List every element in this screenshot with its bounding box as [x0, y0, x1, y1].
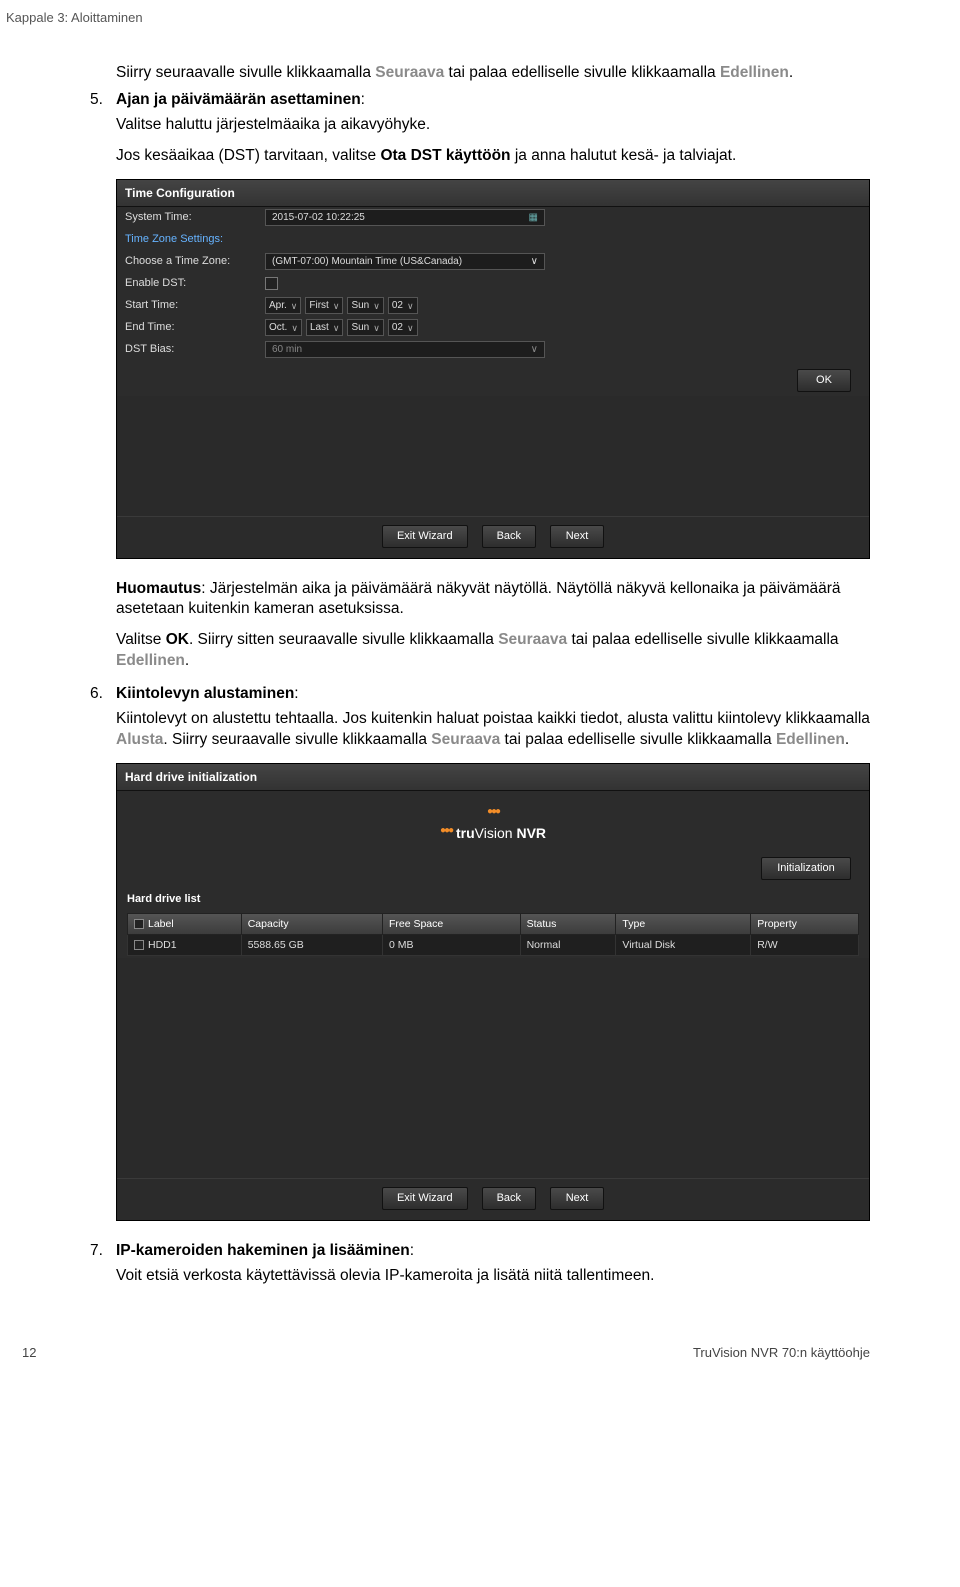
back-button[interactable]: Back	[482, 1187, 536, 1210]
col-type: Type	[616, 913, 751, 934]
step-6-p: Kiintolevyt on alustettu tehtaalla. Jos …	[116, 709, 870, 751]
truvision-logo: ●●●●●● truVision NVR	[117, 791, 869, 853]
step-5-p1: Valitse haluttu järjestelmäaika ja aikav…	[116, 115, 870, 136]
dst-bias-select[interactable]: 60 min ∨	[265, 341, 545, 358]
cell-status: Normal	[520, 934, 616, 955]
select-all-checkbox[interactable]	[134, 919, 144, 929]
page-header: Kappale 3: Aloittaminen	[0, 0, 960, 27]
col-status: Status	[520, 913, 616, 934]
exit-wizard-button[interactable]: Exit Wizard	[382, 1187, 468, 1210]
end-week-select[interactable]: Last∨	[306, 319, 344, 336]
system-time-field[interactable]: 2015-07-02 10:22:25 ▦	[265, 209, 545, 226]
note-paragraph: Huomautus: Järjestelmän aika ja päivämää…	[116, 579, 870, 621]
hdd-list-title: Hard drive list	[117, 886, 869, 911]
previous-link: Edellinen	[116, 652, 185, 669]
step-7-title: IP-kameroiden hakeminen ja lisääminen	[116, 1242, 410, 1259]
time-config-screenshot: Time Configuration System Time: 2015-07-…	[116, 179, 870, 559]
enable-dst-label: Enable DST:	[125, 276, 265, 291]
step-6-title: Kiintolevyn alustaminen	[116, 685, 294, 702]
step-5: 5. Ajan ja päivämäärän asettaminen: Vali…	[90, 90, 870, 672]
format-link: Alusta	[116, 731, 163, 748]
previous-link: Edellinen	[720, 64, 789, 81]
hdd-panel-title: Hard drive initialization	[117, 764, 869, 791]
chevron-down-icon: ∨	[333, 322, 340, 334]
end-hour-select[interactable]: 02∨	[388, 319, 418, 336]
hdd-init-screenshot: Hard drive initialization ●●●●●● truVisi…	[116, 763, 870, 1221]
step-7-num: 7.	[90, 1241, 103, 1262]
back-button[interactable]: Back	[482, 525, 536, 548]
main-content: Siirry seuraavalle sivulle klikkaamalla …	[0, 27, 960, 1319]
start-month-select[interactable]: Apr.∨	[265, 297, 301, 314]
chevron-down-icon: ∨	[407, 300, 414, 312]
chevron-down-icon: ∨	[333, 300, 340, 312]
chevron-down-icon: ∨	[531, 255, 538, 269]
choose-tz-label: Choose a Time Zone:	[125, 254, 265, 269]
col-free: Free Space	[382, 913, 520, 934]
step-7-p: Voit etsiä verkosta käytettävissä olevia…	[116, 1266, 870, 1287]
start-day-select[interactable]: Sun∨	[347, 297, 383, 314]
cell-property: R/W	[751, 934, 859, 955]
table-header-row: Label Capacity Free Space Status Type Pr…	[128, 913, 859, 934]
next-link: Seuraava	[498, 631, 567, 648]
hdd-table: Label Capacity Free Space Status Type Pr…	[127, 913, 859, 956]
step-7: 7. IP-kameroiden hakeminen ja lisääminen…	[90, 1241, 870, 1287]
step-5-num: 5.	[90, 90, 103, 111]
next-button[interactable]: Next	[550, 1187, 604, 1210]
start-week-select[interactable]: First∨	[305, 297, 343, 314]
cell-capacity: 5588.65 GB	[241, 934, 382, 955]
chevron-down-icon: ∨	[291, 300, 298, 312]
col-property: Property	[751, 913, 859, 934]
previous-link: Edellinen	[776, 731, 845, 748]
table-row[interactable]: HDD1 5588.65 GB 0 MB Normal Virtual Disk…	[128, 934, 859, 955]
enable-dst-checkbox[interactable]	[265, 277, 278, 290]
cell-label: HDD1	[148, 939, 177, 951]
page-number: 12	[22, 1345, 36, 1360]
timezone-select[interactable]: (GMT-07:00) Mountain Time (US&Canada) ∨	[265, 253, 545, 270]
time-panel-title: Time Configuration	[117, 180, 869, 207]
tz-settings-label: Time Zone Settings:	[125, 232, 265, 247]
calendar-icon[interactable]: ▦	[529, 211, 538, 225]
end-month-select[interactable]: Oct.∨	[265, 319, 302, 336]
dst-bias-label: DST Bias:	[125, 342, 265, 357]
system-time-label: System Time:	[125, 210, 265, 225]
ok-button[interactable]: OK	[797, 369, 851, 392]
empty-area	[117, 396, 869, 516]
step-6-num: 6.	[90, 684, 103, 705]
col-capacity: Capacity	[241, 913, 382, 934]
page-footer: 12 TruVision NVR 70:n käyttöohje	[0, 1319, 960, 1374]
cell-type: Virtual Disk	[616, 934, 751, 955]
step-6: 6. Kiintolevyn alustaminen: Kiintolevyt …	[90, 684, 870, 1221]
chevron-down-icon: ∨	[531, 343, 538, 357]
chevron-down-icon: ∨	[373, 322, 380, 334]
chevron-down-icon: ∨	[373, 300, 380, 312]
cell-free: 0 MB	[382, 934, 520, 955]
intro-paragraph: Siirry seuraavalle sivulle klikkaamalla …	[90, 63, 870, 84]
next-button[interactable]: Next	[550, 525, 604, 548]
col-label: Label	[128, 913, 242, 934]
exit-wizard-button[interactable]: Exit Wizard	[382, 525, 468, 548]
step-5-p2: Jos kesäaikaa (DST) tarvitaan, valitse O…	[116, 146, 870, 167]
next-link: Seuraava	[431, 731, 500, 748]
empty-area	[117, 958, 869, 1178]
next-link: Seuraava	[375, 64, 444, 81]
chevron-down-icon: ∨	[407, 322, 414, 334]
valitse-ok-paragraph: Valitse OK. Siirry sitten seuraavalle si…	[116, 630, 870, 672]
end-time-label: End Time:	[125, 320, 265, 335]
step-5-title: Ajan ja päivämäärän asettaminen	[116, 91, 361, 108]
wizard-footer: Exit Wizard Back Next	[117, 1178, 869, 1220]
row-checkbox[interactable]	[134, 940, 144, 950]
chevron-down-icon: ∨	[291, 322, 298, 334]
start-time-label: Start Time:	[125, 298, 265, 313]
wizard-footer: Exit Wizard Back Next	[117, 516, 869, 558]
end-day-select[interactable]: Sun∨	[347, 319, 383, 336]
doc-name: TruVision NVR 70:n käyttöohje	[693, 1345, 870, 1360]
start-hour-select[interactable]: 02∨	[388, 297, 418, 314]
breadcrumb-text: Kappale 3: Aloittaminen	[6, 10, 143, 25]
initialization-button[interactable]: Initialization	[761, 857, 851, 880]
